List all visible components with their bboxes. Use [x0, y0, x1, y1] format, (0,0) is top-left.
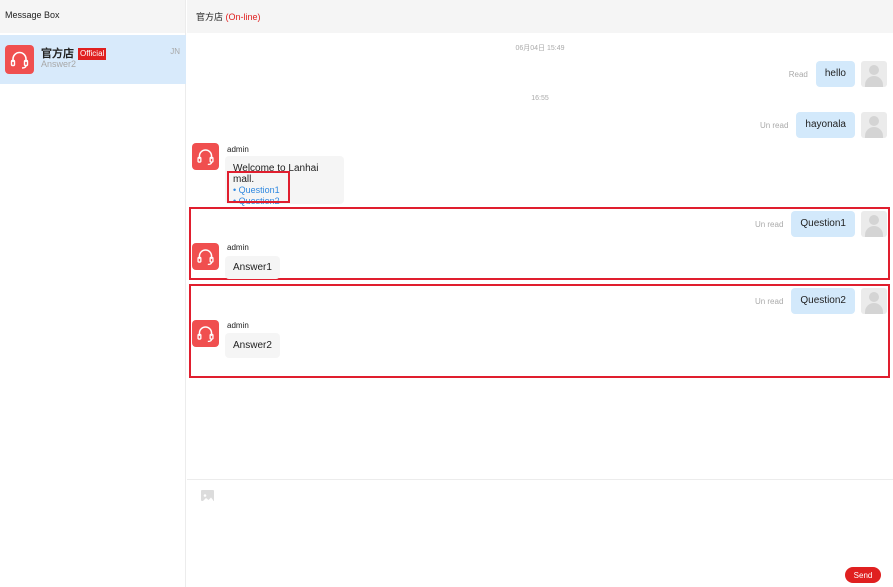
- sidebar: Message Box 官方店 Official Answer2 JN: [0, 0, 186, 587]
- my-message-bubble: Question1: [791, 211, 855, 237]
- conversation-time: JN: [170, 47, 180, 56]
- official-badge: Official: [78, 48, 107, 60]
- message-row-mine: Read hello: [789, 61, 887, 87]
- read-status: Un read: [759, 120, 789, 130]
- chat-pane: 官方店 (On-line) 06月04日 15:49 Read hello 16…: [187, 0, 893, 587]
- message-input-area[interactable]: Send: [187, 479, 893, 587]
- chat-app: Message Box 官方店 Official Answer2 JN 官方店 (…: [0, 0, 893, 587]
- send-button[interactable]: Send: [845, 567, 881, 583]
- user-avatar-icon: [861, 112, 887, 138]
- highlight-box: [227, 171, 290, 203]
- online-status: (On-line): [225, 12, 261, 22]
- sidebar-title: Message Box: [0, 0, 185, 33]
- message-row-mine: Un read hayonala: [760, 112, 887, 138]
- chat-header: 官方店 (On-line): [187, 0, 893, 33]
- headset-icon: [5, 45, 34, 74]
- image-icon[interactable]: [201, 490, 214, 502]
- chat-shop-name: 官方店: [196, 12, 224, 22]
- user-avatar-icon: [861, 61, 887, 87]
- read-status: Un read: [754, 219, 784, 229]
- conversation-item-official[interactable]: 官方店 Official Answer2 JN: [0, 35, 186, 84]
- headset-icon: [192, 320, 219, 347]
- user-avatar-icon: [861, 288, 887, 314]
- sender-name: admin: [227, 321, 249, 330]
- read-status: Un read: [754, 296, 784, 306]
- read-status: Read: [788, 69, 808, 79]
- admin-message-bubble: Answer1: [225, 256, 280, 279]
- my-message-bubble: hello: [815, 61, 855, 87]
- timestamp: 06月04日 15:49: [515, 45, 565, 52]
- timestamp: 16:55: [531, 95, 549, 102]
- conversation-preview: Answer2: [41, 59, 77, 69]
- headset-icon: [192, 143, 219, 170]
- message-row-mine: Un read Question2: [755, 288, 887, 314]
- message-row-mine: Un read Question1: [755, 211, 887, 237]
- admin-message-bubble: Answer2: [225, 333, 280, 358]
- my-message-bubble: Question2: [791, 288, 855, 314]
- sender-name: admin: [227, 145, 249, 154]
- sender-name: admin: [227, 243, 249, 252]
- my-message-bubble: hayonala: [796, 112, 855, 138]
- headset-icon: [192, 243, 219, 270]
- user-avatar-icon: [861, 211, 887, 237]
